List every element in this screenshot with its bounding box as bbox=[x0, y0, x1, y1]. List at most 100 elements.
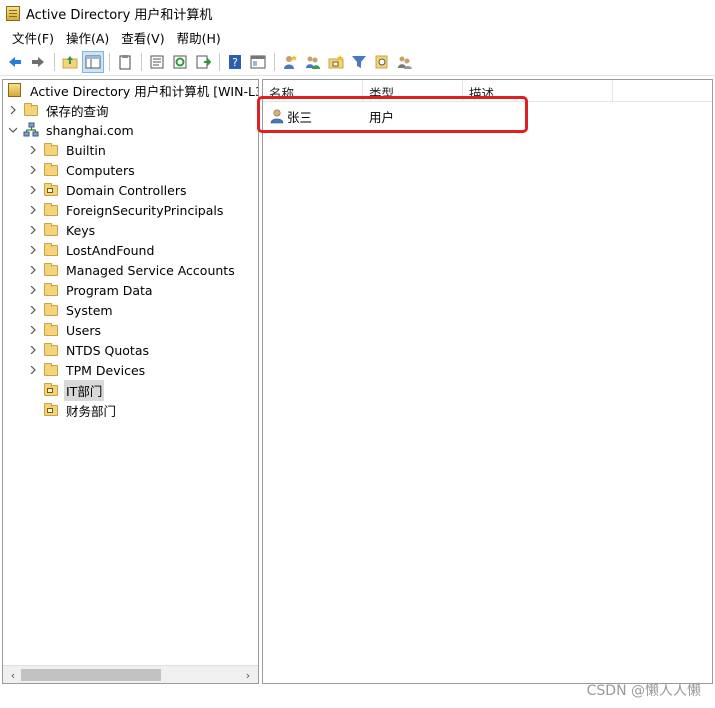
toolbar-separator bbox=[219, 52, 220, 71]
forward-arrow-icon[interactable] bbox=[27, 51, 49, 73]
tree-item-label: Builtin bbox=[66, 142, 106, 158]
new-ou-icon[interactable] bbox=[325, 51, 347, 73]
chevron-right-icon[interactable] bbox=[27, 240, 39, 260]
chevron-down-icon[interactable] bbox=[7, 120, 19, 140]
toolbar-separator bbox=[109, 52, 110, 71]
chevron-right-icon[interactable] bbox=[27, 300, 39, 320]
chevron-right-icon[interactable] bbox=[27, 140, 39, 160]
chevron-right-icon[interactable] bbox=[27, 340, 39, 360]
folder-icon bbox=[43, 242, 59, 258]
show-console-tree-icon[interactable] bbox=[82, 50, 104, 73]
filter-icon[interactable] bbox=[348, 51, 370, 73]
tree-item-label: LostAndFound bbox=[66, 242, 155, 258]
chevron-right-icon[interactable] bbox=[27, 320, 39, 340]
tree-item-label: ForeignSecurityPrincipals bbox=[66, 202, 224, 218]
svg-text:?: ? bbox=[232, 56, 238, 69]
tree-item-system[interactable]: System bbox=[27, 300, 115, 320]
list-item-name: 张三 bbox=[287, 109, 313, 125]
scroll-thumb[interactable] bbox=[21, 669, 161, 681]
tree-item-keys[interactable]: Keys bbox=[27, 220, 97, 240]
chevron-right-icon[interactable] bbox=[27, 260, 39, 280]
tree-item-label: TPM Devices bbox=[66, 362, 146, 378]
back-arrow-icon[interactable] bbox=[4, 51, 26, 73]
tree-item-program-data[interactable]: Program Data bbox=[27, 280, 155, 300]
list-item-type: 用户 bbox=[369, 109, 395, 125]
ou-folder-icon bbox=[43, 402, 59, 418]
console-tree: Active Directory 用户和计算机 [WIN-L3T 保存的查询 s… bbox=[3, 80, 258, 665]
tree-item-foreign-security-principals[interactable]: ForeignSecurityPrincipals bbox=[27, 200, 225, 220]
chevron-right-icon[interactable] bbox=[7, 100, 19, 120]
tree-item-label: NTDS Quotas bbox=[66, 342, 150, 358]
tree-item-ou-finance[interactable]: 财务部门 bbox=[43, 400, 118, 420]
properties-icon[interactable] bbox=[146, 51, 168, 73]
horizontal-scrollbar[interactable]: ‹ › bbox=[3, 665, 258, 683]
find-icon[interactable] bbox=[371, 51, 393, 73]
chevron-right-icon[interactable] bbox=[27, 200, 39, 220]
tree-root[interactable]: Active Directory 用户和计算机 [WIN-L3T bbox=[7, 80, 258, 100]
new-group-icon[interactable] bbox=[302, 51, 324, 73]
watermark: CSDN @懒人人懒 bbox=[586, 683, 701, 699]
clipboard-icon[interactable] bbox=[114, 51, 136, 73]
folder-icon bbox=[23, 102, 39, 118]
tree-item-label: System bbox=[66, 302, 113, 318]
tree-item-computers[interactable]: Computers bbox=[27, 160, 137, 180]
folder-icon bbox=[43, 142, 59, 158]
chevron-right-icon[interactable] bbox=[27, 360, 39, 380]
tree-item-domain-controllers[interactable]: Domain Controllers bbox=[27, 180, 188, 200]
tree-item-saved-queries[interactable]: 保存的查询 bbox=[7, 100, 111, 120]
domain-icon bbox=[23, 122, 39, 138]
chevron-right-icon[interactable] bbox=[27, 180, 39, 200]
tree-item-tpm-devices[interactable]: TPM Devices bbox=[27, 360, 147, 380]
tree-item-managed-service-accounts[interactable]: Managed Service Accounts bbox=[27, 260, 237, 280]
folder-icon bbox=[43, 362, 59, 378]
menu-bar: 文件(F) 操作(A) 查看(V) 帮助(H) bbox=[0, 26, 715, 48]
column-header-type[interactable]: 类型 bbox=[363, 80, 463, 102]
menu-file[interactable]: 文件(F) bbox=[6, 28, 60, 47]
tree-item-label: IT部门 bbox=[64, 379, 105, 401]
new-user-icon[interactable] bbox=[279, 51, 301, 73]
column-header-description[interactable]: 描述 bbox=[463, 80, 613, 102]
column-header-name[interactable]: 名称 bbox=[263, 80, 363, 102]
tree-item-label: Domain Controllers bbox=[66, 182, 187, 198]
scroll-left-icon[interactable]: ‹ bbox=[5, 666, 21, 683]
tree-root-label: Active Directory 用户和计算机 [WIN-L3T bbox=[30, 83, 258, 99]
export-list-icon[interactable] bbox=[192, 51, 214, 73]
tree-item-ou-it[interactable]: IT部门 bbox=[43, 379, 105, 401]
menu-view[interactable]: 查看(V) bbox=[115, 28, 170, 47]
folder-icon bbox=[43, 262, 59, 278]
tree-item-label: Computers bbox=[66, 162, 135, 178]
tree-item-label: Program Data bbox=[66, 282, 153, 298]
tree-item-builtin[interactable]: Builtin bbox=[27, 140, 108, 160]
details-pane: 名称 类型 描述 张三 用户 bbox=[262, 79, 713, 684]
user-icon bbox=[269, 108, 285, 124]
tree-item-label: shanghai.com bbox=[46, 122, 134, 138]
menu-action[interactable]: 操作(A) bbox=[60, 28, 115, 47]
folder-icon bbox=[43, 302, 59, 318]
tree-item-domain[interactable]: shanghai.com bbox=[7, 120, 136, 140]
toolbar-separator bbox=[274, 52, 275, 71]
scroll-right-icon[interactable]: › bbox=[240, 666, 256, 683]
tree-item-users[interactable]: Users bbox=[27, 320, 103, 340]
refresh-icon[interactable] bbox=[169, 51, 191, 73]
folder-icon bbox=[43, 322, 59, 338]
list-item[interactable]: 张三 用户 bbox=[269, 106, 609, 126]
chevron-right-icon[interactable] bbox=[27, 220, 39, 240]
chevron-right-icon[interactable] bbox=[27, 160, 39, 180]
tree-item-label: 保存的查询 bbox=[46, 103, 109, 119]
folder-icon bbox=[43, 222, 59, 238]
help-icon[interactable]: ? bbox=[224, 51, 246, 73]
folder-icon bbox=[43, 342, 59, 358]
title-bar: Active Directory 用户和计算机 bbox=[0, 0, 715, 26]
tree-item-label: 财务部门 bbox=[66, 403, 117, 419]
tree-item-ntds-quotas[interactable]: NTDS Quotas bbox=[27, 340, 151, 360]
ad-console-icon bbox=[7, 82, 23, 98]
add-to-group-icon[interactable] bbox=[394, 51, 416, 73]
chevron-right-icon[interactable] bbox=[27, 280, 39, 300]
menu-help[interactable]: 帮助(H) bbox=[171, 28, 227, 47]
up-folder-icon[interactable] bbox=[59, 51, 81, 73]
folder-icon bbox=[43, 282, 59, 298]
tree-item-label: Keys bbox=[66, 222, 96, 238]
tree-item-lost-and-found[interactable]: LostAndFound bbox=[27, 240, 156, 260]
console-tree-pane: Active Directory 用户和计算机 [WIN-L3T 保存的查询 s… bbox=[2, 79, 259, 684]
view-pane-icon[interactable] bbox=[247, 51, 269, 73]
